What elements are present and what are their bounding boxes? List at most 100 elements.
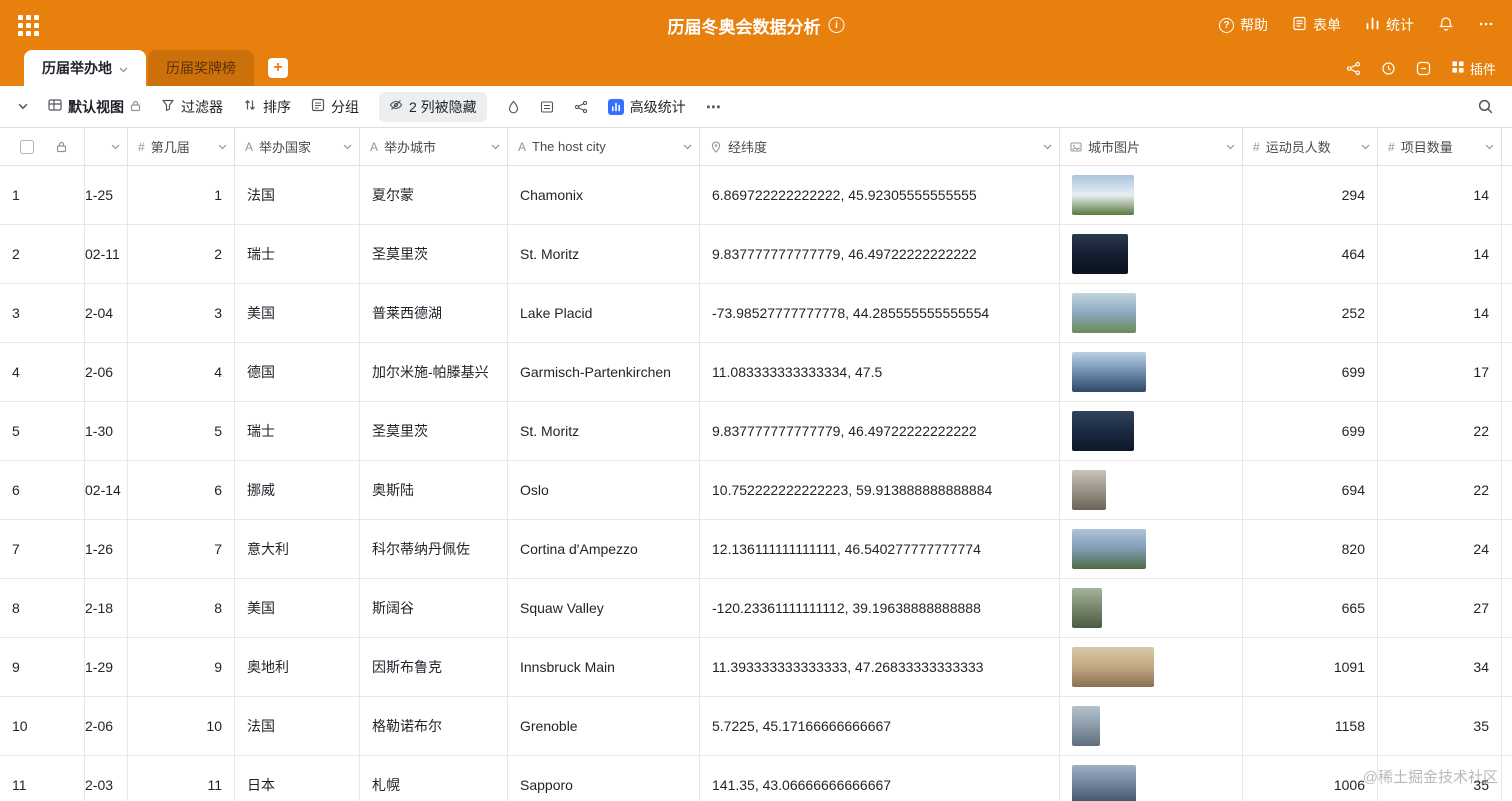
row-select-cell[interactable]: 4 (0, 343, 85, 401)
city-image[interactable] (1072, 706, 1100, 746)
cell-image[interactable] (1060, 638, 1243, 696)
cell-country[interactable]: 法国 (235, 166, 360, 224)
cell-events[interactable]: 22 (1378, 461, 1502, 519)
cell-events[interactable]: 24 (1378, 520, 1502, 578)
table-row[interactable]: 5 1-30 5 瑞士 圣莫里茨 St. Moritz 9.837777777777779,… (0, 402, 1512, 461)
cell-country[interactable]: 法国 (235, 697, 360, 755)
cell-athletes[interactable]: 294 (1243, 166, 1378, 224)
cell-events[interactable]: 34 (1378, 638, 1502, 696)
cell-date[interactable]: 1-29 (85, 638, 128, 696)
column-header-country[interactable]: A 举办国家 (235, 128, 360, 165)
table-row[interactable]: 6 02-14 6 挪威 奥斯陆 Oslo 10.752222222222223, 59.9… (0, 461, 1512, 520)
cell-coord[interactable]: 12.136111111111111, 46.540277777777774 (700, 520, 1060, 578)
column-header-city[interactable]: A 举办城市 (360, 128, 508, 165)
cell-no[interactable]: 4 (128, 343, 235, 401)
table-row[interactable]: 8 2-18 8 美国 斯阔谷 Squaw Valley -120.233611111111… (0, 579, 1512, 638)
cell-coord[interactable]: 9.837777777777779, 46.49722222222222 (700, 402, 1060, 460)
hidden-columns-button[interactable]: 2 列被隐藏 (379, 91, 487, 122)
cell-host[interactable]: Sapporo (508, 756, 700, 801)
city-image[interactable] (1072, 293, 1136, 333)
cell-date[interactable]: 1-26 (85, 520, 128, 578)
cell-date[interactable]: 2-06 (85, 343, 128, 401)
select-all-checkbox[interactable] (20, 139, 34, 154)
cell-coord[interactable]: 10.752222222222223, 59.913888888888884 (700, 461, 1060, 519)
cell-athletes[interactable]: 699 (1243, 402, 1378, 460)
sort-button[interactable]: 排序 (243, 97, 291, 117)
cell-city[interactable]: 圣莫里茨 (360, 225, 508, 283)
cell-host[interactable]: Cortina d'Ampezzo (508, 520, 700, 578)
cell-country[interactable]: 挪威 (235, 461, 360, 519)
city-image[interactable] (1072, 234, 1128, 274)
city-image[interactable] (1072, 765, 1136, 801)
cell-no[interactable]: 9 (128, 638, 235, 696)
column-header-events[interactable]: # 项目数量 (1378, 128, 1502, 165)
cell-image[interactable] (1060, 225, 1243, 283)
row-select-cell[interactable]: 5 (0, 402, 85, 460)
column-header-date[interactable] (85, 128, 128, 165)
cell-no[interactable]: 5 (128, 402, 235, 460)
column-menu-arrow[interactable] (214, 144, 227, 150)
cell-image[interactable] (1060, 756, 1243, 801)
row-select-cell[interactable]: 8 (0, 579, 85, 637)
cell-host[interactable]: Innsbruck Main (508, 638, 700, 696)
cell-country[interactable]: 日本 (235, 756, 360, 801)
cell-no[interactable]: 7 (128, 520, 235, 578)
cell-country[interactable]: 美国 (235, 284, 360, 342)
cell-athletes[interactable]: 252 (1243, 284, 1378, 342)
column-header-coord[interactable]: 经纬度 (700, 128, 1060, 165)
cell-image[interactable] (1060, 343, 1243, 401)
help-button[interactable]: ? 帮助 (1219, 15, 1268, 35)
view-switcher[interactable]: 默认视图 (48, 97, 141, 117)
cell-events[interactable]: 14 (1378, 225, 1502, 283)
cell-athletes[interactable]: 1091 (1243, 638, 1378, 696)
cell-athletes[interactable]: 820 (1243, 520, 1378, 578)
table-row[interactable]: 9 1-29 9 奥地利 因斯布鲁克 Innsbruck Main 11.393333333… (0, 638, 1512, 697)
cell-coord[interactable]: -120.23361111111112, 39.19638888888888 (700, 579, 1060, 637)
column-menu-arrow[interactable] (487, 144, 500, 150)
table-row[interactable]: 7 1-26 7 意大利 科尔蒂纳丹佩佐 Cortina d'Ampezzo 12.1361… (0, 520, 1512, 579)
row-select-cell[interactable]: 3 (0, 284, 85, 342)
table-row[interactable]: 4 2-06 4 德国 加尔米施-帕滕基兴 Garmisch-Partenkirchen 1… (0, 343, 1512, 402)
cell-city[interactable]: 奥斯陆 (360, 461, 508, 519)
cell-date[interactable]: 02-11 (85, 225, 128, 283)
cell-coord[interactable]: 11.083333333333334, 47.5 (700, 343, 1060, 401)
cell-image[interactable] (1060, 402, 1243, 460)
column-menu-arrow[interactable] (679, 144, 692, 150)
cell-no[interactable]: 2 (128, 225, 235, 283)
cell-image[interactable] (1060, 166, 1243, 224)
cell-athletes[interactable]: 464 (1243, 225, 1378, 283)
cell-country[interactable]: 瑞士 (235, 225, 360, 283)
city-image[interactable] (1072, 175, 1134, 215)
tab-medal-table[interactable]: 历届奖牌榜 (148, 50, 254, 86)
fill-color-button[interactable] (507, 100, 520, 114)
column-menu-arrow[interactable] (339, 144, 352, 150)
cell-athletes[interactable]: 1158 (1243, 697, 1378, 755)
table-row[interactable]: 2 02-11 2 瑞士 圣莫里茨 St. Moritz 9.837777777777779… (0, 225, 1512, 284)
row-select-cell[interactable]: 6 (0, 461, 85, 519)
collapse-views-button[interactable] (18, 103, 28, 110)
share-button[interactable] (1346, 61, 1361, 76)
column-header-host[interactable]: A The host city (508, 128, 700, 165)
group-button[interactable]: 分组 (311, 97, 359, 117)
cell-city[interactable]: 圣莫里茨 (360, 402, 508, 460)
table-row[interactable]: 1 1-25 1 法国 夏尔蒙 Chamonix 6.869722222222222, 45… (0, 166, 1512, 225)
cell-athletes[interactable]: 1006 (1243, 756, 1378, 801)
cell-host[interactable]: Garmisch-Partenkirchen (508, 343, 700, 401)
cell-city[interactable]: 普莱西德湖 (360, 284, 508, 342)
cell-date[interactable]: 2-03 (85, 756, 128, 801)
search-button[interactable] (1477, 98, 1494, 115)
cell-athletes[interactable]: 665 (1243, 579, 1378, 637)
cell-city[interactable]: 札幌 (360, 756, 508, 801)
cell-image[interactable] (1060, 284, 1243, 342)
plugins-button[interactable]: 插件 (1451, 59, 1496, 78)
history-button[interactable] (1381, 61, 1396, 76)
cell-coord[interactable]: 5.7225, 45.17166666666667 (700, 697, 1060, 755)
cell-athletes[interactable]: 699 (1243, 343, 1378, 401)
cell-coord[interactable]: -73.98527777777778, 44.285555555555554 (700, 284, 1060, 342)
cell-image[interactable] (1060, 579, 1243, 637)
cell-events[interactable]: 22 (1378, 402, 1502, 460)
table-row[interactable]: 10 2-06 10 法国 格勒诺布尔 Grenoble 5.7225, 45.171666… (0, 697, 1512, 756)
column-menu-arrow[interactable] (1222, 144, 1235, 150)
table-row[interactable]: 11 2-03 11 日本 札幌 Sapporo 141.35, 43.0666666666… (0, 756, 1512, 801)
cell-city[interactable]: 科尔蒂纳丹佩佐 (360, 520, 508, 578)
